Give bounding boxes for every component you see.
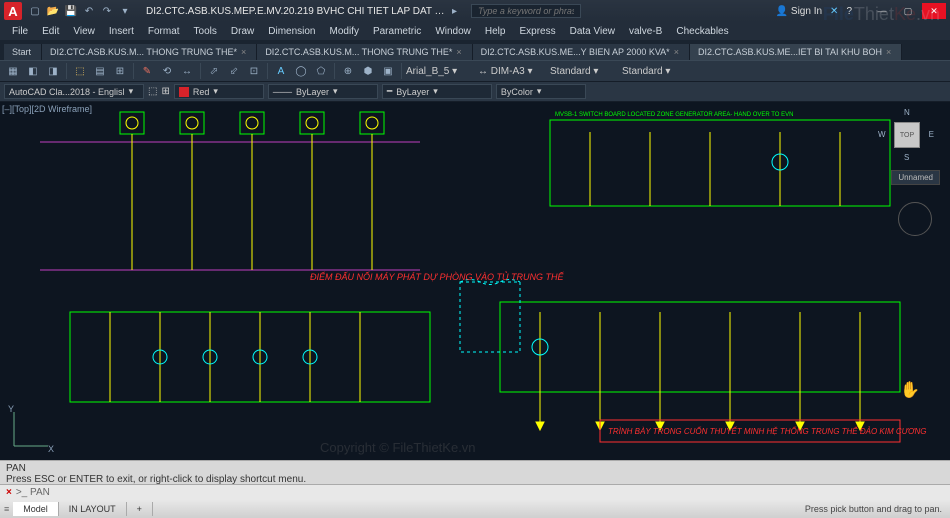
menu-dimension[interactable]: Dimension xyxy=(262,24,321,39)
pan-cursor-icon: ✋ xyxy=(900,380,920,400)
menu-format[interactable]: Format xyxy=(142,24,186,39)
tool-icon[interactable]: ◯ xyxy=(292,62,310,80)
linetype-combo[interactable]: ─── ByLayer ▾ xyxy=(268,84,378,99)
file-tab-start[interactable]: Start xyxy=(4,44,42,60)
tool-icon[interactable]: ▤ xyxy=(91,62,109,80)
menu-checkables[interactable]: Checkables xyxy=(670,24,734,39)
window-title: DI2.CTC.ASB.KUS.MEP.E.MV.20.219 BVHC CHI… xyxy=(146,6,446,17)
status-text: Press pick button and drag to pan. xyxy=(797,502,950,516)
menu-help[interactable]: Help xyxy=(479,24,512,39)
property-bar: AutoCAD Cla...2018 - Englisl ▾ ⬚ ⊞ Red ▾… xyxy=(0,82,950,102)
help-icon[interactable]: ? xyxy=(846,6,852,17)
svg-text:X: X xyxy=(48,444,54,454)
ucs-icon[interactable]: YX xyxy=(6,404,56,454)
xchange-icon[interactable]: ✕ xyxy=(830,6,838,17)
menu-express[interactable]: Express xyxy=(513,24,561,39)
tool-icon[interactable]: ⬢ xyxy=(359,62,377,80)
drawing-area[interactable]: [–][Top][2D Wireframe] MVSB-1 SWITCH BOA… xyxy=(0,102,950,460)
main-toolbar: ▦ ◧ ◨ ⬚ ▤ ⊞ ✎ ⟲ ↔ ⬀ ⬃ ⊡ A ◯ ⬠ ⊕ ⬢ ▣ Aria… xyxy=(0,60,950,82)
unnamed-view-button[interactable]: Unnamed xyxy=(891,170,940,185)
layer-icon[interactable]: ⊞ xyxy=(161,86,169,97)
tool-icon[interactable]: ◨ xyxy=(44,62,62,80)
tool-icon[interactable]: ⬀ xyxy=(205,62,223,80)
close-icon[interactable]: × xyxy=(6,487,12,498)
menu-bar: File Edit View Insert Format Tools Draw … xyxy=(0,22,950,40)
qat-redo-icon[interactable]: ↷ xyxy=(100,4,114,18)
std2-combo[interactable]: Standard ▾ xyxy=(622,66,692,77)
tool-icon[interactable]: ⊡ xyxy=(245,62,263,80)
layer-icon[interactable]: ⬚ xyxy=(148,86,157,97)
svg-text:TRÌNH BÀY TRONG CUỐN THUYẾT MI: TRÌNH BÀY TRONG CUỐN THUYẾT MINH HỆ THỐN… xyxy=(608,427,926,436)
qat-more-icon[interactable]: ▾ xyxy=(118,4,132,18)
file-tab[interactable]: DI2.CTC.ASB.KUS.ME...Y BIEN AP 2000 KVA*… xyxy=(473,44,690,60)
menu-edit[interactable]: Edit xyxy=(36,24,65,39)
view-cube[interactable]: N S E W TOP xyxy=(882,110,932,160)
tool-icon[interactable]: ⬚ xyxy=(71,62,89,80)
tool-icon[interactable]: ⬃ xyxy=(225,62,243,80)
svg-text:Y: Y xyxy=(8,404,14,414)
lineweight-combo[interactable]: ━ ByLayer ▾ xyxy=(382,84,492,99)
menu-tools[interactable]: Tools xyxy=(188,24,223,39)
layout-tab[interactable]: IN LAYOUT xyxy=(59,502,127,516)
menu-parametric[interactable]: Parametric xyxy=(367,24,427,39)
tool-icon[interactable]: ✎ xyxy=(138,62,156,80)
menu-window[interactable]: Window xyxy=(429,24,477,39)
tool-icon[interactable]: ⟲ xyxy=(158,62,176,80)
menu-valveb[interactable]: valve-B xyxy=(623,24,668,39)
qat-save-icon[interactable]: 💾 xyxy=(64,4,78,18)
add-layout-tab[interactable]: + xyxy=(127,502,153,516)
plotstyle-combo[interactable]: ByColor ▾ xyxy=(496,84,586,99)
qat-open-icon[interactable]: 📂 xyxy=(46,4,60,18)
app-logo[interactable]: A xyxy=(4,2,22,20)
menu-file[interactable]: File xyxy=(6,24,34,39)
help-search-input[interactable] xyxy=(471,4,581,18)
menu-draw[interactable]: Draw xyxy=(225,24,260,39)
file-tabs: Start DI2.CTC.ASB.KUS.M... THONG TRUNG T… xyxy=(0,40,950,60)
sign-in-link[interactable]: 👤 Sign In xyxy=(776,6,822,17)
dimstyle-combo[interactable]: ↔ DIM-A3 ▾ xyxy=(478,66,548,77)
tool-icon[interactable]: ◧ xyxy=(24,62,42,80)
menu-modify[interactable]: Modify xyxy=(324,24,365,39)
file-tab[interactable]: DI2.CTC.ASB.KUS.M... THONG TRUNG THE*× xyxy=(42,44,257,60)
tool-icon[interactable]: ⊕ xyxy=(339,62,357,80)
title-bar: A ▢ 📂 💾 ↶ ↷ ▾ DI2.CTC.ASB.KUS.MEP.E.MV.2… xyxy=(0,0,950,22)
close-button[interactable]: ✕ xyxy=(922,3,946,19)
minimize-button[interactable]: — xyxy=(870,3,894,19)
tool-icon[interactable]: ↔ xyxy=(178,62,196,80)
qat-undo-icon[interactable]: ↶ xyxy=(82,4,96,18)
qat-new-icon[interactable]: ▢ xyxy=(28,4,42,18)
schematic-drawing: MVSB-1 SWITCH BOARD LOCATED ZONE GENERAT… xyxy=(0,102,950,460)
maximize-button[interactable]: ▢ xyxy=(896,3,920,19)
menu-insert[interactable]: Insert xyxy=(103,24,140,39)
menu-view[interactable]: View xyxy=(67,24,101,39)
command-line[interactable]: PAN Press ESC or ENTER to exit, or right… xyxy=(0,460,950,500)
quick-access-toolbar: ▢ 📂 💾 ↶ ↷ ▾ xyxy=(28,4,132,18)
tabs-menu-icon[interactable]: ≡ xyxy=(0,504,13,514)
nav-wheel[interactable] xyxy=(898,202,932,236)
close-icon[interactable]: × xyxy=(241,47,246,57)
workspace-combo[interactable]: AutoCAD Cla...2018 - Englisl ▾ xyxy=(4,84,144,99)
close-icon[interactable]: × xyxy=(674,47,679,57)
tool-icon[interactable]: A xyxy=(272,62,290,80)
textstyle-combo[interactable]: Arial_B_5 ▾ xyxy=(406,66,476,77)
std1-combo[interactable]: Standard ▾ xyxy=(550,66,620,77)
tool-icon[interactable]: ▣ xyxy=(379,62,397,80)
tool-icon[interactable]: ⬠ xyxy=(312,62,330,80)
tool-icon[interactable]: ⊞ xyxy=(111,62,129,80)
svg-text:ĐIỂM ĐẤU NỐI MÁY PHÁT DỰ PHÒNG: ĐIỂM ĐẤU NỐI MÁY PHÁT DỰ PHÒNG VÀO TỦ TR… xyxy=(310,271,564,282)
close-icon[interactable]: × xyxy=(886,47,891,57)
menu-dataview[interactable]: Data View xyxy=(564,24,621,39)
model-tab[interactable]: Model xyxy=(13,502,59,516)
file-tab[interactable]: DI2.CTC.ASB.KUS.ME...IET BI TAI KHU BOH× xyxy=(690,44,902,60)
file-tab[interactable]: DI2.CTC.ASB.KUS.M... THONG TRUNG THE*× xyxy=(257,44,472,60)
layout-tabs: ≡ Model IN LAYOUT + Press pick button an… xyxy=(0,500,950,518)
tool-icon[interactable]: ▦ xyxy=(4,62,22,80)
close-icon[interactable]: × xyxy=(456,47,461,57)
color-combo[interactable]: Red ▾ xyxy=(174,84,264,99)
svg-text:MVSB-1 SWITCH BOARD LOCATED ZO: MVSB-1 SWITCH BOARD LOCATED ZONE GENERAT… xyxy=(555,112,793,118)
